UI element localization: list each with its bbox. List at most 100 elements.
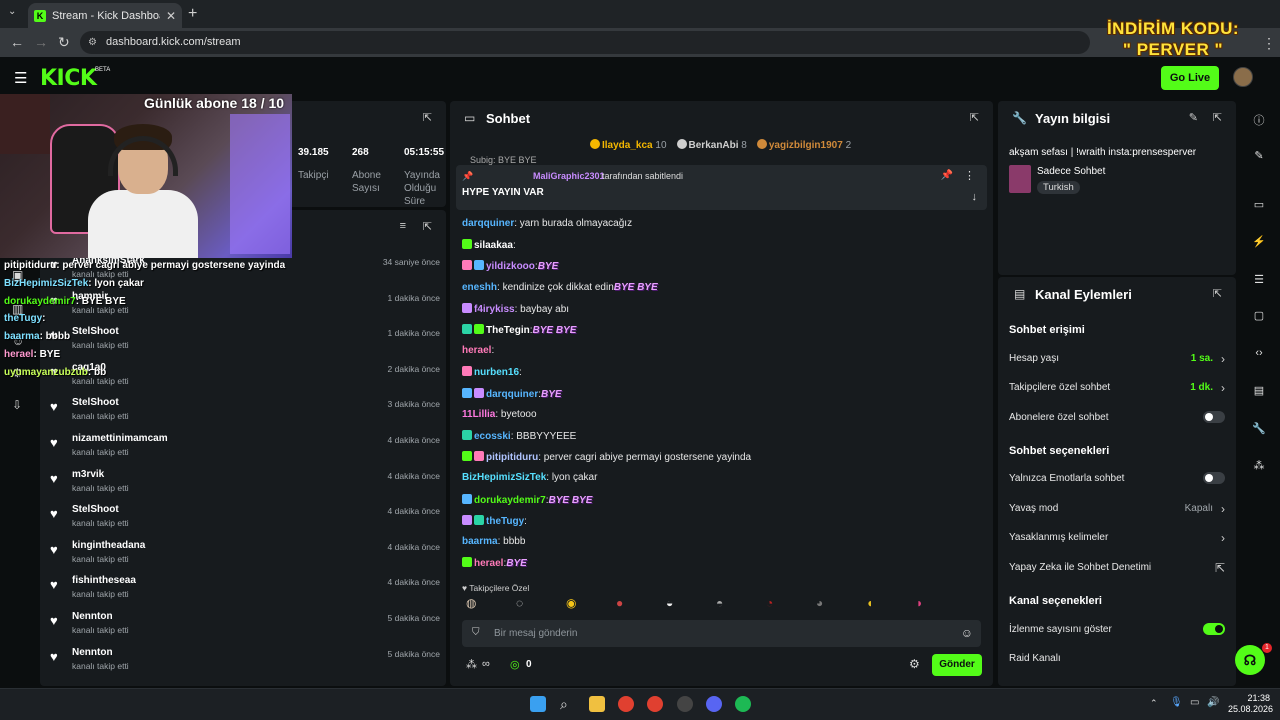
emote-icon[interactable]: ◖: [866, 596, 873, 610]
back-icon[interactable]: ←: [10, 34, 24, 50]
layout-icon[interactable]: ▤: [1252, 384, 1266, 397]
kick-logo[interactable]: KICK: [40, 66, 97, 91]
chat-username[interactable]: nurben16: [474, 367, 519, 378]
emote-icon[interactable]: ◍: [466, 596, 476, 610]
feed-item[interactable]: ♥ StelShoot kanalı takip etti 4 dakika önce: [50, 501, 440, 537]
chat-message[interactable]: BizHepimizSizTek: lyon çakar: [462, 472, 597, 483]
unpin-icon[interactable]: 📌: [941, 170, 953, 181]
followers-chat-row[interactable]: Takipçilere özel sohbet 1 dk. ›: [1009, 381, 1225, 395]
chat-username[interactable]: dorukaydemir7: [474, 495, 546, 506]
chat-message[interactable]: TheTegin: BYE BYE: [462, 324, 576, 336]
chat-message[interactable]: f4irykiss: baybay abı: [462, 302, 569, 315]
chat-message[interactable]: darqquiner: yarn burada olmayacağız: [462, 218, 632, 229]
feed-item[interactable]: ♥ cag1a0 kanalı takip etti 2 dakika önce: [50, 359, 440, 395]
chat-message[interactable]: eneshh: kendinize çok dikkat edin BYE BY…: [462, 282, 658, 293]
top-gifter[interactable]: Ilayda_kca 10: [590, 139, 667, 151]
chat-username[interactable]: f4irykiss: [474, 304, 515, 315]
emote-icon[interactable]: ◉: [566, 596, 576, 610]
chat-username[interactable]: pitipitiduru: [486, 452, 538, 463]
help-icon[interactable]: ☊: [1235, 645, 1265, 675]
chat-username[interactable]: eneshh: [462, 282, 497, 293]
chat-username[interactable]: darqquiner: [462, 218, 514, 229]
chrome-profile-icon[interactable]: [647, 696, 663, 712]
chat-message[interactable]: herael: BYE: [462, 557, 527, 569]
emote-icon[interactable]: ◒: [666, 596, 673, 610]
chrome-icon[interactable]: [618, 696, 634, 712]
chat-message[interactable]: pitipitiduru: perver cagri abiye permayi…: [462, 451, 751, 463]
browser-menu-icon[interactable]: ⋮: [1262, 35, 1276, 52]
chat-username[interactable]: 11Lillia: [462, 409, 495, 420]
popout-icon[interactable]: ⇱: [970, 111, 979, 124]
category-name[interactable]: Sadece Sohbet: [1037, 166, 1105, 177]
account-age-row[interactable]: Hesap yaşı 1 sa. ›: [1009, 352, 1225, 366]
chat-message[interactable]: baarma: bbbb: [462, 536, 525, 547]
address-bar[interactable]: dashboard.kick.com/stream: [80, 31, 1090, 54]
feed-item[interactable]: ♥ fishintheseaa kanalı takip etti 4 dakika …: [50, 572, 440, 608]
menu-icon[interactable]: ☰: [14, 69, 27, 87]
chat-settings-icon[interactable]: ⚙: [909, 657, 920, 671]
chat-message[interactable]: silaakaa:: [462, 239, 516, 251]
spotify-icon[interactable]: [735, 696, 751, 712]
feed-item[interactable]: ♥ Nennton kanalı takip etti 5 dakika önce: [50, 608, 440, 644]
site-info-icon[interactable]: ⚙: [88, 37, 97, 48]
download-icon[interactable]: ⇩: [12, 398, 22, 412]
mic-icon[interactable]: 🎙: [1170, 697, 1183, 708]
apps-icon[interactable]: ⁂: [1252, 459, 1266, 472]
chat-message[interactable]: dorukaydemir7: BYE BYE: [462, 493, 592, 506]
raid-row[interactable]: Raid Kanalı: [1009, 653, 1225, 664]
chat-username[interactable]: silaakaa: [474, 240, 513, 251]
tray-chevron-icon[interactable]: ⌃: [1150, 698, 1158, 709]
chat-username[interactable]: baarma: [462, 536, 498, 547]
feed-item[interactable]: ♥ StelShoot kanalı takip etti 3 dakika önce: [50, 394, 440, 430]
emote-icon[interactable]: ◗: [916, 596, 923, 610]
edit-icon[interactable]: ✎: [1189, 111, 1198, 124]
emote-icon[interactable]: ◌: [516, 596, 523, 610]
wrench-icon[interactable]: 🔧: [1252, 422, 1266, 435]
chat-input[interactable]: ⛉ Bir mesaj gönderin ☺: [462, 620, 981, 647]
send-button[interactable]: Gönder: [932, 654, 982, 676]
feed-item[interactable]: ♥ m3rvik kanalı takip etti 4 dakika önce: [50, 466, 440, 502]
chat-username[interactable]: BizHepimizSizTek: [462, 472, 546, 483]
obs-icon[interactable]: [677, 696, 693, 712]
search-icon[interactable]: ⌕: [560, 696, 576, 712]
show-viewers-toggle[interactable]: [1203, 623, 1225, 635]
emote-icon[interactable]: ◕: [816, 596, 823, 610]
chat-message[interactable]: theTugy:: [462, 514, 527, 527]
chat-username[interactable]: TheTegin: [486, 325, 530, 336]
media-icon[interactable]: ▭: [1252, 198, 1266, 211]
bolt-icon[interactable]: ⚡: [1252, 235, 1266, 248]
slow-mode-row[interactable]: Yavaş mod Kapalı ›: [1009, 502, 1225, 516]
chat-username[interactable]: yildizkooo: [486, 261, 535, 272]
feed-item[interactable]: ♥ Nennton kanalı takip etti 5 dakika önce: [50, 644, 440, 680]
chat-username[interactable]: theTugy: [486, 516, 524, 527]
reload-icon[interactable]: ↻: [58, 34, 70, 51]
expand-icon[interactable]: ↓: [972, 191, 978, 203]
emote-only-toggle[interactable]: [1203, 472, 1225, 484]
avatar[interactable]: [1233, 67, 1253, 87]
clock[interactable]: 21:38 25.08.2026: [1228, 693, 1273, 715]
popout-icon[interactable]: ⇱: [423, 220, 432, 233]
go-live-button[interactable]: Go Live: [1161, 66, 1219, 90]
channel-points-icon[interactable]: ⁂: [466, 658, 477, 671]
feed-item[interactable]: ♥ kingintheadana kanalı takip etti 4 dakika…: [50, 537, 440, 573]
code-icon[interactable]: ‹›: [1252, 347, 1266, 359]
chat-username[interactable]: herael: [462, 345, 491, 356]
close-tab-icon[interactable]: ✕: [166, 9, 176, 23]
emote-icon[interactable]: ◔: [766, 596, 773, 610]
browser-tab[interactable]: K Stream - Kick Dashboard ✕: [28, 3, 182, 28]
chat-username[interactable]: darqquiner: [486, 389, 538, 400]
emote-icon[interactable]: ◓: [716, 596, 723, 610]
forward-icon[interactable]: →: [34, 34, 48, 50]
top-gifter[interactable]: BerkanAbi 8: [676, 139, 747, 151]
chat-message[interactable]: nurben16:: [462, 366, 522, 378]
emote-icon[interactable]: ●: [616, 596, 623, 610]
start-icon[interactable]: [530, 696, 546, 712]
more-icon[interactable]: ⋮: [964, 169, 975, 182]
list-icon[interactable]: ☰: [1252, 273, 1266, 286]
edit-icon[interactable]: ✎: [1252, 149, 1266, 162]
subs-chat-toggle[interactable]: [1203, 411, 1225, 423]
chat-username[interactable]: ecosski: [474, 431, 511, 442]
info-icon[interactable]: ⓘ: [1252, 112, 1266, 128]
chat-message[interactable]: yildizkooo: BYE: [462, 260, 558, 272]
network-icon[interactable]: ▭: [1190, 697, 1199, 708]
